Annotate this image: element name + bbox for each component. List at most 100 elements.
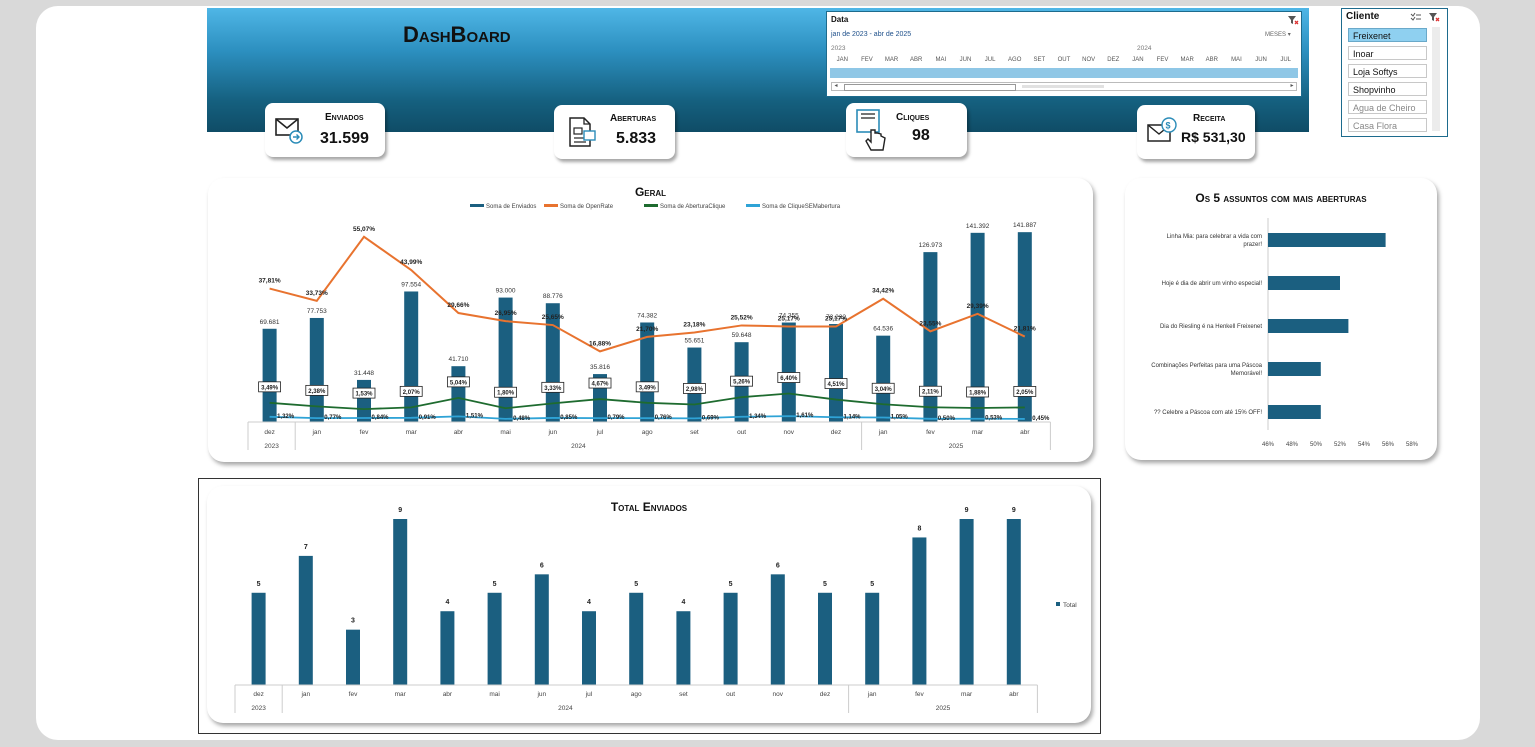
timeline-scrollbar[interactable]: ◂ ▸ bbox=[831, 82, 1297, 91]
slicer-item[interactable]: Inoar bbox=[1348, 46, 1427, 60]
x-tick-label: abr bbox=[1020, 429, 1030, 436]
timeline-month[interactable]: MAI bbox=[929, 57, 954, 63]
legend-swatch bbox=[746, 204, 760, 207]
x-tick-label: 48% bbox=[1286, 442, 1299, 448]
year-label: 2023 bbox=[251, 705, 266, 712]
x-tick-label: jun bbox=[547, 429, 557, 436]
x-tick-label: jan bbox=[300, 691, 310, 698]
timeline-year-2024: 2024 bbox=[1137, 45, 1152, 52]
x-tick-label: set bbox=[679, 691, 688, 698]
total-chart-card: Total Enviados 5 7 3 9 4 5 6 4 5 4 5 6 5 5 8 9 9 dez jan fe… bbox=[207, 486, 1091, 723]
openrate-data-label: 43,99% bbox=[400, 259, 422, 266]
total-data-label: 9 bbox=[1012, 507, 1016, 514]
timeline-month[interactable]: DEZ bbox=[1101, 57, 1126, 63]
slicer-item[interactable]: Agua de Cheiro bbox=[1348, 100, 1427, 114]
legend-swatch bbox=[544, 204, 558, 207]
slicer-item[interactable]: Freixenet bbox=[1348, 28, 1427, 42]
openrate-data-label: 29,66% bbox=[447, 302, 469, 309]
timeline-month[interactable]: JUL bbox=[978, 57, 1003, 63]
enviados-data-label: 126.973 bbox=[919, 242, 943, 249]
openrate-data-label: 21,81% bbox=[1014, 326, 1036, 333]
timeline-month[interactable]: AGO bbox=[1002, 57, 1027, 63]
kpi-cliques-label: Cliques bbox=[896, 112, 930, 123]
timeline-month[interactable]: JUN bbox=[953, 57, 978, 63]
x-tick-label: mar bbox=[395, 691, 407, 698]
subject-bar bbox=[1268, 319, 1349, 333]
timeline-month[interactable]: NOV bbox=[1076, 57, 1101, 63]
scroll-left-icon[interactable]: ◂ bbox=[832, 83, 840, 90]
subject-bar bbox=[1268, 276, 1340, 290]
money-mail-icon: $ bbox=[1147, 117, 1177, 142]
total-data-label: 4 bbox=[587, 599, 591, 606]
enviados-data-label: 55.651 bbox=[684, 338, 704, 345]
total-bar bbox=[440, 611, 455, 685]
slicer-item[interactable]: Casa Flora bbox=[1348, 118, 1427, 132]
legend-swatch bbox=[1056, 602, 1060, 606]
x-tick-label: 46% bbox=[1262, 442, 1275, 448]
enviados-bar bbox=[876, 335, 891, 422]
slicer-scrollbar[interactable] bbox=[1432, 27, 1440, 131]
clear-filter-icon[interactable] bbox=[1287, 14, 1299, 26]
enviados-data-label: 141.887 bbox=[1013, 222, 1037, 229]
cliquesemabertura-data-label: 0,45% bbox=[1032, 416, 1050, 422]
enviados-bar bbox=[829, 324, 843, 422]
timeline-month[interactable]: MAR bbox=[1175, 57, 1200, 63]
total-data-label: 6 bbox=[540, 562, 544, 569]
slicer-item[interactable]: Loja Softys bbox=[1348, 64, 1427, 78]
timeline-month[interactable]: ABR bbox=[904, 57, 929, 63]
total-data-label: 5 bbox=[823, 581, 827, 588]
timeline-month[interactable]: MAI bbox=[1224, 57, 1249, 63]
timeline-month[interactable]: OUT bbox=[1052, 57, 1077, 63]
aberturaclique-data-label: 3,04% bbox=[875, 387, 893, 393]
timeline-months: JAN FEV MAR ABR MAI JUN JUL AGO SET OUT NOV DEZ JAN F… bbox=[830, 57, 1298, 66]
scroll-right-icon[interactable]: ▸ bbox=[1288, 83, 1296, 90]
openrate-data-label: 26,95% bbox=[495, 310, 517, 317]
aberturaclique-data-label: 3,49% bbox=[639, 385, 657, 391]
timeline-month[interactable]: JAN bbox=[1126, 57, 1151, 63]
timeline-month[interactable]: ABR bbox=[1199, 57, 1224, 63]
year-label: 2024 bbox=[558, 705, 573, 712]
total-bar bbox=[723, 592, 738, 685]
x-tick-label: out bbox=[737, 429, 746, 436]
timeline-month[interactable]: MAR bbox=[879, 57, 904, 63]
legend-label: Soma de AberturaClique bbox=[660, 204, 726, 210]
subject-label: Combinações Perfeitas para uma Páscoa bbox=[1151, 363, 1262, 369]
timeline-scroll-thumb[interactable] bbox=[844, 84, 1016, 91]
x-tick-label: fev bbox=[360, 429, 369, 436]
timeline-month[interactable]: JUL bbox=[1273, 57, 1298, 63]
cliquesemabertura-data-label: 0,85% bbox=[560, 415, 578, 421]
timeline-selection-bar[interactable] bbox=[830, 68, 1298, 78]
slicer-item[interactable]: Shopvinho bbox=[1348, 82, 1427, 96]
year-label: 2024 bbox=[571, 443, 586, 450]
kpi-cliques-value: 98 bbox=[912, 127, 930, 144]
multi-select-icon[interactable] bbox=[1410, 12, 1422, 23]
kpi-aberturas: Aberturas 5.833 bbox=[554, 105, 675, 159]
total-data-label: 5 bbox=[870, 581, 874, 588]
aberturaclique-data-label: 5,26% bbox=[733, 380, 751, 386]
legend-swatch bbox=[470, 204, 484, 207]
geral-chart: Soma de Enviados Soma de OpenRate Soma de … bbox=[247, 204, 1051, 450]
legend-label: Soma de OpenRate bbox=[560, 204, 614, 210]
subject-label: prazer! bbox=[1243, 242, 1262, 248]
total-bar bbox=[1006, 519, 1021, 685]
legend-label: Soma de CliqueSEMabertura bbox=[762, 204, 841, 210]
openrate-data-label: 16,88% bbox=[589, 340, 611, 347]
aberturaclique-data-label: 3,33% bbox=[544, 386, 562, 392]
timeline-month[interactable]: FEV bbox=[855, 57, 880, 63]
enviados-data-label: 74.382 bbox=[637, 312, 657, 319]
aberturaclique-data-label: 2,98% bbox=[686, 387, 704, 393]
timeline-month[interactable]: JUN bbox=[1249, 57, 1274, 63]
cliquesemabertura-data-label: 0,91% bbox=[419, 415, 437, 421]
cliquesemabertura-data-label: 1,34% bbox=[749, 414, 767, 420]
openrate-data-label: 23,18% bbox=[683, 321, 705, 328]
timeline-month[interactable]: SET bbox=[1027, 57, 1052, 63]
cliquesemabertura-data-label: 0,48% bbox=[513, 416, 531, 422]
total-data-label: 5 bbox=[729, 581, 733, 588]
timeline-month[interactable]: JAN bbox=[830, 57, 855, 63]
total-data-label: 5 bbox=[493, 581, 497, 588]
timeline-unit-select[interactable]: MESES ▾ bbox=[1265, 31, 1291, 38]
clear-filter-icon[interactable] bbox=[1428, 12, 1440, 23]
date-timeline[interactable]: Data jan de 2023 - abr de 2025 MESES ▾ 2… bbox=[826, 11, 1302, 97]
timeline-month[interactable]: FEV bbox=[1150, 57, 1175, 63]
enviados-data-label: 77.753 bbox=[307, 308, 327, 315]
